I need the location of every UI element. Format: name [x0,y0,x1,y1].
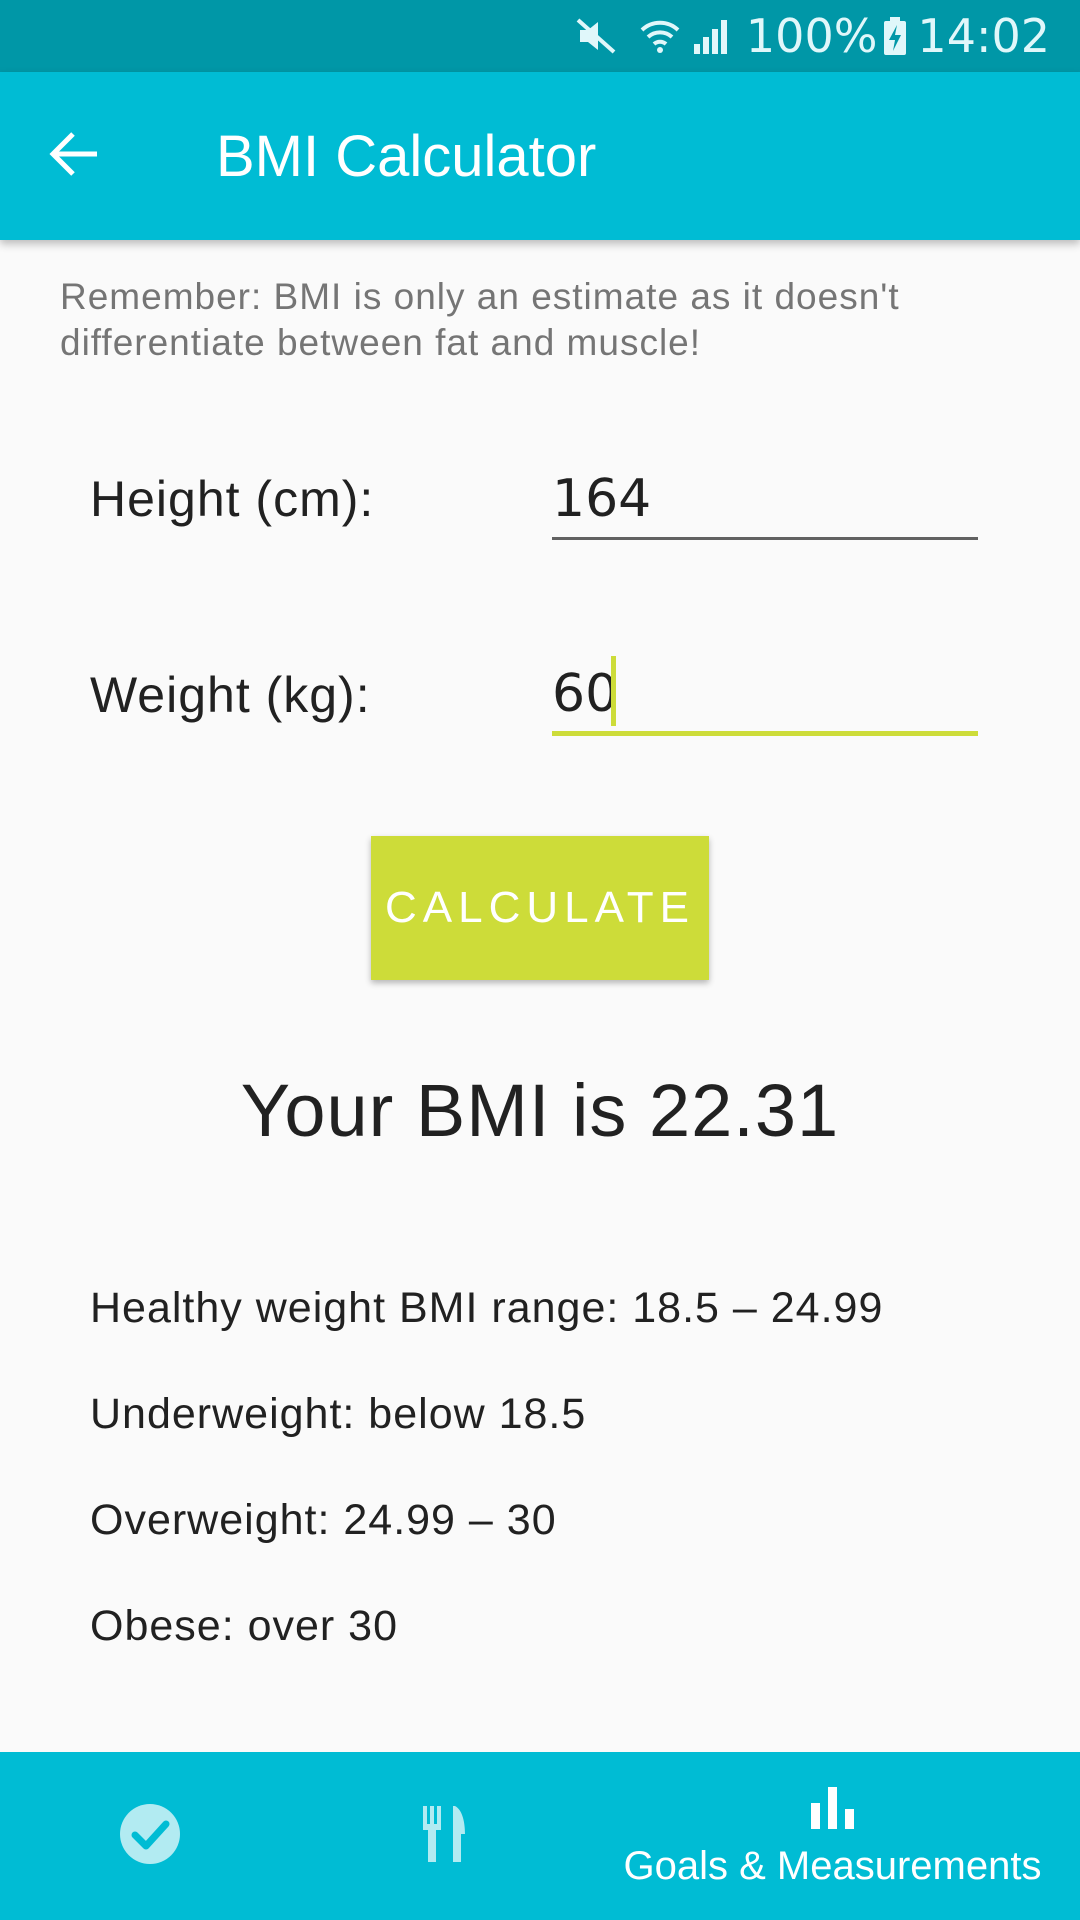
height-label: Height (cm): [90,471,375,527]
app-bar: BMI Calculator [0,72,1080,240]
status-icons: 100% 14:02 [574,0,1050,72]
bmi-result: Your BMI is 22.31 [240,1069,840,1152]
status-bar: 100% 14:02 [0,0,1080,72]
bmi-disclaimer: Remember: BMI is only an estimate as it … [60,276,900,363]
mute-icon [574,16,618,56]
signal-icon [692,16,732,56]
nav-item-goals[interactable]: Goals & Measurements [585,1752,1080,1920]
weight-label: Weight (kg): [90,667,371,723]
bar-chart-icon [807,1783,859,1836]
calculate-button[interactable]: CALCULATE [371,836,709,980]
range-underweight: Underweight: below 18.5 [90,1390,587,1438]
height-input[interactable] [552,460,978,540]
range-obese: Obese: over 30 [90,1602,399,1650]
clock: 14:02 [917,9,1050,63]
page-title: BMI Calculator [216,123,597,189]
wifi-icon [638,16,682,56]
battery-percent: 100% [745,9,878,63]
fork-knife-icon [411,1802,475,1871]
back-button[interactable] [30,112,118,200]
text-cursor [611,656,616,726]
nav-label-goals: Goals & Measurements [623,1844,1042,1888]
battery-charging-icon [883,16,907,56]
arrow-back-icon [47,127,101,186]
range-overweight: Overweight: 24.99 – 30 [90,1496,557,1544]
nav-item-checklist[interactable] [0,1752,300,1920]
nav-item-food[interactable] [300,1752,585,1920]
bottom-navigation: Goals & Measurements [0,1752,1080,1920]
range-healthy: Healthy weight BMI range: 18.5 – 24.99 [90,1284,884,1332]
check-circle-icon [118,1802,182,1871]
